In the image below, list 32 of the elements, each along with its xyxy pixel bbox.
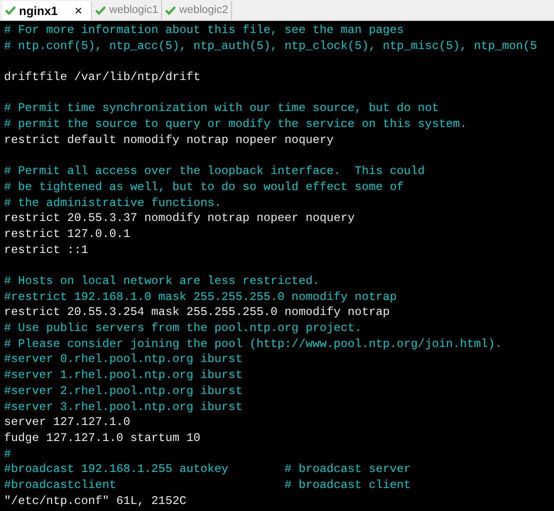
code-line: server 127.127.1.0 bbox=[4, 415, 130, 430]
comment-line: # Please consider joining the pool (http://www.pool.ntp.org/join.html). bbox=[4, 336, 502, 351]
code-line: restrict 20.55.3.254 mask 255.255.255.0 nomodify notrap bbox=[4, 305, 390, 320]
code-line: fudge 127.127.1.0 startum 10 bbox=[4, 430, 200, 445]
comment-line: # be tightened as well, but to do so would effect some of bbox=[4, 180, 404, 194]
check-icon bbox=[165, 6, 176, 15]
tab[interactable]: nginx1 × bbox=[2, 1, 92, 20]
comment-line: # permit the source to query or modify the service on this system. bbox=[4, 117, 467, 132]
comment-line: # bbox=[4, 446, 12, 461]
comment-line: # Permit time synchronization with our time source, but do not bbox=[4, 101, 439, 116]
comment-line: #server 3.rhel.pool.ntp.org iburst bbox=[4, 400, 242, 414]
code-line: driftfile /var/lib/ntp/drift bbox=[4, 70, 200, 84]
comment-line: # Use public servers from the pool.ntp.org project. bbox=[4, 321, 362, 336]
comment-line: #server 0.rhel.pool.ntp.org iburst bbox=[4, 352, 242, 366]
comment-line: #broadcast 192.168.1.255 autokey # broadcast server bbox=[4, 462, 411, 476]
comment-line: # the administrative functions. bbox=[4, 196, 222, 210]
comment-line: # Permit all access over the loopback interface. This could bbox=[4, 164, 425, 178]
code-line: "/etc/ntp.conf" 61L, 2152C bbox=[4, 494, 186, 508]
code-line: restrict 127.0.0.1 bbox=[4, 226, 130, 241]
check-icon bbox=[95, 6, 106, 15]
comment-line: #server 1.rhel.pool.ntp.org iburst bbox=[4, 368, 242, 382]
comment-line: # For more information about this file, see the man pages bbox=[4, 23, 404, 37]
comment-line: #server 2.rhel.pool.ntp.org iburst bbox=[4, 384, 242, 398]
close-button[interactable]: × bbox=[74, 0, 82, 20]
comment-line: #restrict 192.168.1.0 mask 255.255.255.0 nomodify notrap bbox=[4, 290, 397, 304]
comment-line: # Hosts on local network are less restricted. bbox=[4, 274, 320, 288]
comment-line: # ntp.conf(5), ntp_acc(5), ntp_auth(5), ntp_clock(5), ntp_misc(5), ntp_mon(5 bbox=[4, 38, 538, 53]
code-line: restrict ::1 bbox=[4, 242, 88, 257]
code-line: restrict default nomodify notrap nopeer noquery bbox=[4, 132, 334, 147]
check-icon bbox=[5, 6, 16, 15]
code-line: restrict 20.55.3.37 nomodify notrap nopeer noquery bbox=[4, 211, 355, 226]
comment-line: #broadcastclient # broadcast client bbox=[4, 478, 411, 492]
